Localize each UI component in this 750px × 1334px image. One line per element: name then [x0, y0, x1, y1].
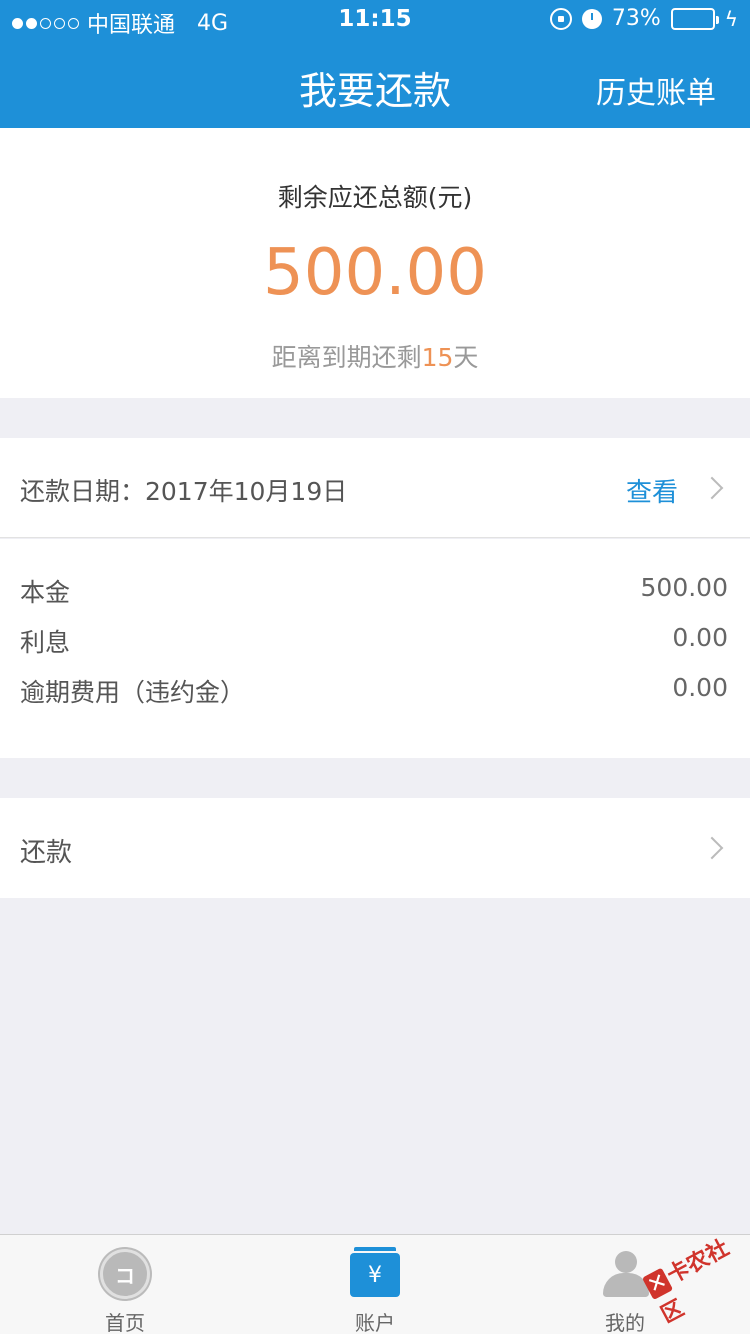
home-icon: コ	[100, 1249, 150, 1299]
battery-icon	[670, 7, 719, 30]
detail-row-interest: 利息 0.00	[20, 623, 728, 657]
view-link[interactable]: 查看	[626, 472, 678, 509]
status-bar: 中国联通 4G 11:15 73% ϟ	[0, 0, 750, 40]
remaining-total-amount: 500.00	[263, 236, 487, 310]
repayment-date-label: 还款日期：2017年10月19日	[20, 477, 348, 506]
detail-row-overdue-fee: 逾期费用（违约金） 0.00	[20, 673, 728, 707]
header: 中国联通 4G 11:15 73% ϟ 我要还款 历史账单	[0, 0, 750, 128]
repayment-summary: 剩余应还总额(元) 500.00 距离到期还剩15天	[0, 128, 750, 398]
repayment-details: 本金 500.00 利息 0.00 逾期费用（违约金） 0.00	[0, 539, 750, 758]
alarm-icon	[581, 8, 602, 29]
chevron-right-icon	[700, 476, 724, 500]
tab-account[interactable]: ¥ 账户	[250, 1235, 500, 1334]
detail-row-principal: 本金 500.00	[20, 573, 728, 607]
orientation-lock-icon	[549, 7, 572, 30]
tab-bar: コ 首页 ¥ 账户 我的	[0, 1234, 750, 1334]
charging-icon: ϟ	[724, 6, 738, 31]
tab-home[interactable]: コ 首页	[0, 1235, 250, 1334]
due-days-count: 15	[421, 343, 454, 372]
chevron-right-icon	[700, 836, 724, 860]
repay-row[interactable]: 还款	[0, 798, 750, 898]
remaining-total-label: 剩余应还总额(元)	[277, 183, 473, 212]
days-until-due: 距离到期还剩15天	[271, 343, 479, 372]
account-icon: ¥	[350, 1247, 400, 1297]
repayment-date-row[interactable]: 还款日期：2017年10月19日 查看	[0, 438, 750, 538]
history-bills-link[interactable]: 历史账单	[596, 68, 716, 112]
battery-percent: 73%	[611, 6, 661, 31]
repay-label: 还款	[20, 838, 73, 868]
